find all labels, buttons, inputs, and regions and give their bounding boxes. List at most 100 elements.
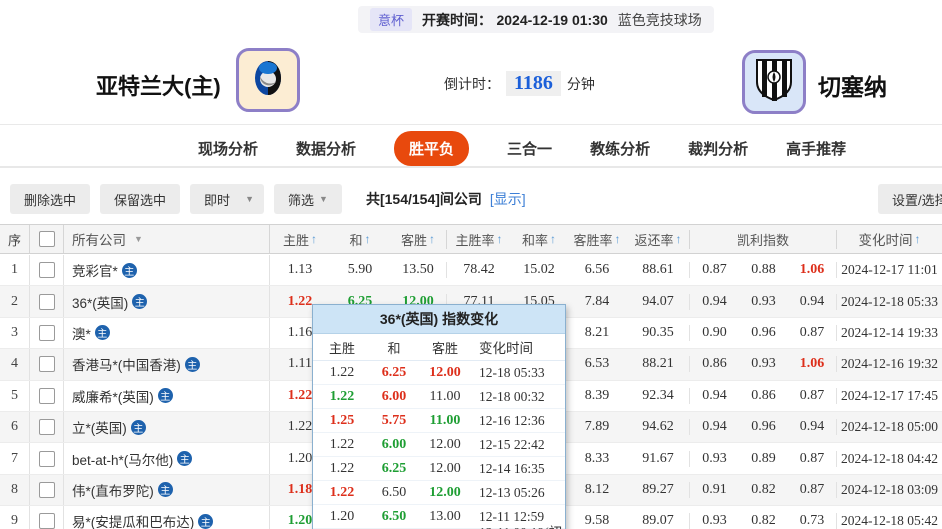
- popup-odds-cell: 13.00: [417, 509, 473, 525]
- kelly-cell: 0.87: [690, 262, 739, 278]
- settings-button[interactable]: 设置/选择: [878, 184, 942, 214]
- filter-button[interactable]: 筛选 ▼: [274, 184, 342, 214]
- rate-cell: 7.89: [567, 419, 627, 435]
- rate-cell: 15.02: [511, 262, 567, 278]
- time-mode-select[interactable]: 即时 ▼: [190, 184, 264, 214]
- rate-cell: 9.58: [567, 513, 627, 529]
- home-team-logo-icon: [246, 56, 290, 105]
- page: 意杯 开赛时间： 2024-12-19 01:30 蓝色竞技球场 亚特兰大(主)…: [0, 0, 942, 529]
- sort-asc-icon: ↑: [676, 232, 682, 246]
- countdown: 倒计时： 1186 分钟: [444, 71, 595, 96]
- keep-selected-button[interactable]: 保留选中: [100, 184, 180, 214]
- company-name[interactable]: 威廉希*(英国): [72, 386, 154, 406]
- tab-active[interactable]: 胜平负: [394, 131, 469, 166]
- change-time-cell: 2024-12-18 05:33: [837, 294, 942, 310]
- kelly-cell: 0.93: [690, 451, 739, 467]
- kelly-cell: 0.87: [788, 482, 837, 498]
- primary-badge-icon: 主: [177, 451, 192, 466]
- primary-badge-icon: 主: [158, 482, 173, 497]
- rate-cell: 8.21: [567, 325, 627, 341]
- company-cell[interactable]: 伟*(直布罗陀) 主: [64, 475, 270, 505]
- company-name[interactable]: bet-at-h*(马尔他): [72, 449, 173, 469]
- company-name[interactable]: 易*(安提瓜和巴布达): [72, 511, 194, 529]
- company-cell[interactable]: 竞彩官*主: [64, 255, 270, 285]
- row-checkbox[interactable]: [39, 294, 55, 310]
- row-checkbox[interactable]: [39, 451, 55, 467]
- company-cell[interactable]: 澳*主: [64, 318, 270, 348]
- tab-item[interactable]: 数据分析: [296, 138, 356, 159]
- away-team-logo: [742, 50, 806, 114]
- change-time-cell: 2024-12-18 05:00: [837, 419, 942, 435]
- header-company[interactable]: 所有公司 ▼: [64, 225, 270, 253]
- row-checkbox[interactable]: [39, 482, 55, 498]
- rate-cell: 8.39: [567, 388, 627, 404]
- company-cell[interactable]: 威廉希*(英国)主: [64, 381, 270, 411]
- header-draw-odds[interactable]: 和↑: [330, 230, 390, 249]
- kelly-cell: 0.87: [788, 325, 837, 341]
- kelly-cell: 0.96: [739, 419, 788, 435]
- tab-item[interactable]: 裁判分析: [688, 138, 748, 159]
- popup-row: 1.226.2512.0012-14 16:35: [313, 457, 565, 481]
- header-return-rate[interactable]: 返还率↑: [627, 230, 690, 249]
- company-cell[interactable]: 立*(英国)主: [64, 412, 270, 442]
- header-company-label: 所有公司: [72, 229, 126, 249]
- kelly-cell: 0.93: [739, 294, 788, 310]
- company-name[interactable]: 伟*(直布罗陀): [72, 480, 154, 500]
- company-name[interactable]: 竞彩官*: [72, 260, 118, 280]
- tab-item[interactable]: 高手推荐: [786, 138, 846, 159]
- company-cell[interactable]: bet-at-h*(马尔他) 主: [64, 443, 270, 473]
- rate-cell: 89.27: [627, 482, 690, 498]
- header-away-odds[interactable]: 客胜↑: [390, 230, 447, 249]
- popup-odds-cell: 6.25: [371, 461, 417, 477]
- company-name[interactable]: 澳*: [72, 323, 91, 343]
- tab-item[interactable]: 现场分析: [198, 138, 258, 159]
- row-seq: 2: [0, 286, 30, 316]
- row-seq: 9: [0, 506, 30, 529]
- row-checkbox[interactable]: [39, 388, 55, 404]
- kelly-cell: 0.94: [690, 388, 739, 404]
- sort-asc-icon: ↑: [615, 232, 621, 246]
- popup-header-cell: 客胜: [417, 338, 473, 357]
- odds-cell: 1.13: [270, 262, 330, 278]
- popup-row: 1.255.7511.0012-16 12:36: [313, 409, 565, 433]
- row-checkbox[interactable]: [39, 356, 55, 372]
- popup-row: 1.226.2512.0012-18 05:33: [313, 361, 565, 385]
- popup-row: 1.226.0011.0012-18 00:32: [313, 385, 565, 409]
- rate-cell: 88.21: [627, 356, 690, 372]
- company-cell[interactable]: 香港马*(中国香港) 主: [64, 349, 270, 379]
- table-row: 1竞彩官*主1.135.9013.5078.4215.026.5688.610.…: [0, 255, 942, 286]
- company-name[interactable]: 立*(英国): [72, 417, 127, 437]
- popup-odds-cell: 1.22: [313, 485, 371, 501]
- row-checkbox[interactable]: [39, 325, 55, 341]
- tab-item[interactable]: 教练分析: [590, 138, 650, 159]
- toolbar: 删除选中 保留选中 即时 ▼ 筛选 ▼ 共[154/154]间公司 [显示]: [10, 184, 526, 214]
- row-checkbox[interactable]: [39, 262, 55, 278]
- countdown-label: 倒计时：: [444, 74, 500, 94]
- select-all-checkbox[interactable]: [39, 231, 55, 247]
- header-away-rate[interactable]: 客胜率↑: [567, 230, 627, 249]
- venue: 蓝色竞技球场: [618, 10, 702, 30]
- company-count: 共[154/154]间公司: [366, 189, 482, 209]
- header-seq[interactable]: 序: [0, 225, 30, 253]
- popup-odds-cell: 6.25: [371, 365, 417, 381]
- tab-item[interactable]: 三合一: [507, 138, 552, 159]
- delete-selected-button[interactable]: 删除选中: [10, 184, 90, 214]
- popup-odds-cell: 11.00: [417, 389, 473, 405]
- header-draw-rate[interactable]: 和率↑: [511, 230, 567, 249]
- header-change-time[interactable]: 变化时间↑: [837, 229, 942, 249]
- header-divider: [0, 124, 942, 125]
- kelly-cell: 0.94: [690, 294, 739, 310]
- show-link[interactable]: [显示]: [490, 189, 526, 209]
- company-cell[interactable]: 易*(安提瓜和巴布达)主: [64, 506, 270, 529]
- rate-cell: 78.42: [447, 262, 511, 278]
- league-badge[interactable]: 意杯: [370, 8, 412, 31]
- header-home-odds[interactable]: 主胜↑: [270, 230, 330, 249]
- company-name[interactable]: 36*(英国): [72, 292, 128, 312]
- popup-odds-cell: 6.50: [371, 509, 417, 525]
- row-checkbox[interactable]: [39, 419, 55, 435]
- company-cell[interactable]: 36*(英国)主: [64, 286, 270, 316]
- header-home-rate[interactable]: 主胜率↑: [447, 230, 511, 249]
- primary-badge-icon: 主: [185, 357, 200, 372]
- row-checkbox[interactable]: [39, 513, 55, 529]
- company-name[interactable]: 香港马*(中国香港): [72, 354, 181, 374]
